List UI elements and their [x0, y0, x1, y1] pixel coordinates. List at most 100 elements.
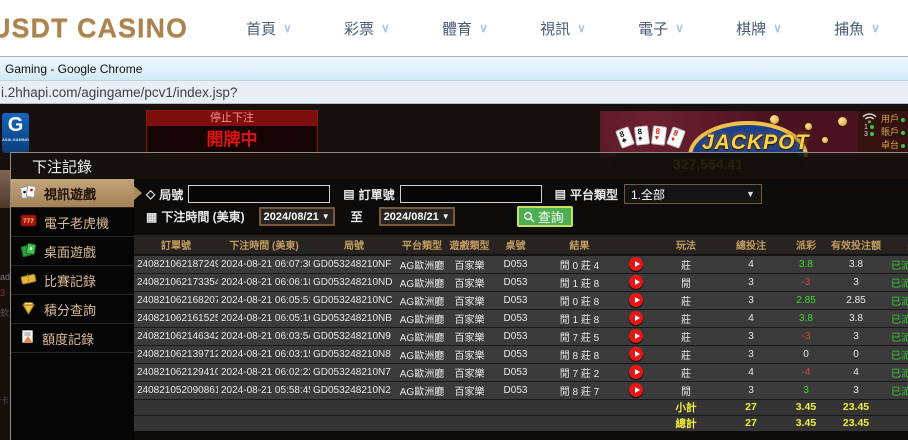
cell-payout: -4 — [781, 363, 831, 381]
grand-total-payout: 3.45 — [781, 415, 831, 431]
cell-platform: AG歐洲廳 — [398, 255, 446, 273]
cell-status: 已派彩 — [881, 363, 908, 381]
sidebar-item-diamond[interactable]: 積分查詢 — [11, 295, 134, 324]
cell-total_bet: 3 — [721, 273, 781, 291]
table-header-row: 訂單號下注時間 (美東)局號平台類型遊戲類型桌號結果玩法總投注派彩有效投注額狀態 — [134, 235, 908, 255]
nav-item-3[interactable]: 視訊 ∨ — [540, 18, 586, 39]
table-row: 240821062139712 2024-08-21 06:03:15 GD05… — [134, 345, 908, 363]
nav-item-6[interactable]: 捕魚 ∨ — [834, 18, 880, 39]
play-button[interactable] — [629, 257, 643, 271]
cell-round: GD053248210N7 — [310, 363, 398, 381]
server-icon: ▤ — [555, 187, 566, 201]
cell-order: 240821062187249 — [134, 255, 218, 273]
cell-table_no: D053 — [493, 381, 538, 399]
order-input[interactable] — [400, 185, 542, 203]
cell-time: 2024-08-21 06:05:51 — [218, 291, 310, 309]
date-from-picker[interactable]: 2024/08/21 ▼ — [259, 207, 335, 226]
cell-bet_type: 莊 — [651, 345, 721, 363]
round-input[interactable] — [188, 185, 330, 203]
play-button[interactable] — [629, 347, 643, 361]
chevron-down-icon: ∨ — [675, 21, 684, 35]
sidebar-item-slot[interactable]: 777 電子老虎機 — [11, 208, 134, 237]
table-row: 240821052090861 2024-08-21 05:58:45 GD05… — [134, 381, 908, 399]
cell-time: 2024-08-21 06:02:22 — [218, 363, 310, 381]
cell-table_no: D053 — [493, 291, 538, 309]
search-button[interactable]: 查詢 — [517, 206, 573, 227]
nav-item-5[interactable]: 棋牌 ∨ — [736, 18, 782, 39]
cell-time: 2024-08-21 05:58:45 — [218, 381, 310, 399]
modal-title: 下注記錄 — [11, 153, 908, 179]
dropdown-arrow-icon: ▼ — [442, 212, 450, 221]
cell-result: 閒 8 莊 8 — [538, 345, 621, 363]
play-button[interactable] — [629, 329, 643, 343]
cell-bet_type: 閒 — [651, 273, 721, 291]
site-header: USDT CASINO 首頁 ∨ 彩票 ∨ 體育 ∨ 視訊 ∨ 電子 ∨ 棋牌 … — [0, 0, 908, 56]
sidebar-item-document[interactable]: 額度記錄 — [11, 324, 134, 353]
round-filter-label: ◇ 局號 — [146, 186, 183, 203]
cards-icon — [20, 184, 37, 200]
sidebar-item-cards[interactable]: 視訊遊戲 — [11, 179, 134, 208]
play-button[interactable] — [629, 311, 643, 325]
cell-game: 百家樂 — [446, 381, 493, 399]
grand-total-valid-bet: 23.45 — [831, 415, 881, 431]
cell-result: 閒 1 莊 8 — [538, 309, 621, 327]
window-title: Gaming - Google Chrome — [5, 62, 142, 76]
cell-time: 2024-08-21 06:07:30 — [218, 255, 310, 273]
cell-game: 百家樂 — [446, 309, 493, 327]
nav-item-4[interactable]: 電子 ∨ — [638, 18, 684, 39]
cell-game: 百家樂 — [446, 363, 493, 381]
cell-result: 閒 8 莊 7 — [538, 381, 621, 399]
column-header: 有效投注額 — [831, 235, 881, 255]
subtotal-valid-bet: 23.45 — [831, 399, 881, 415]
table-row: 240821062173354 2024-08-21 06:06:18 GD05… — [134, 273, 908, 291]
cell-bet_type: 莊 — [651, 327, 721, 345]
column-header: 訂單號 — [134, 235, 218, 255]
cell-time: 2024-08-21 06:06:18 — [218, 273, 310, 291]
cell-status: 已派彩 — [881, 255, 908, 273]
cell-order: 240821062129410 — [134, 363, 218, 381]
cell-valid_bet: 3 — [831, 381, 881, 399]
cell-order: 240821062168207 — [134, 291, 218, 309]
cell-valid_bet: 3.8 — [831, 255, 881, 273]
play-button[interactable] — [629, 365, 643, 379]
cell-total_bet: 3 — [721, 291, 781, 309]
play-button[interactable] — [629, 275, 643, 289]
date-to-picker[interactable]: 2024/08/21 ▼ — [379, 207, 455, 226]
grand-total-total-bet: 27 — [721, 415, 781, 431]
cell-game: 百家樂 — [446, 255, 493, 273]
diamond-icon — [20, 301, 37, 315]
cell-payout: -3 — [781, 273, 831, 291]
cell-platform: AG歐洲廳 — [398, 345, 446, 363]
nav-item-1[interactable]: 彩票 ∨ — [344, 18, 390, 39]
play-button[interactable] — [629, 383, 643, 397]
cell-total_bet: 4 — [721, 255, 781, 273]
column-header: 總投注 — [721, 235, 781, 255]
cell-round: GD053248210N8 — [310, 345, 398, 363]
address-bar[interactable]: i.2hhapi.com/agingame/pcv1/index.jsp? — [0, 80, 908, 104]
sidebar-item-table-games[interactable]: 桌面遊戲 — [11, 237, 134, 266]
sidebar-item-ticket[interactable]: 比賽記錄 — [11, 266, 134, 295]
chevron-down-icon: ∨ — [381, 21, 390, 35]
slot-machine-icon: 777 — [20, 213, 37, 228]
cell-platform: AG歐洲廳 — [398, 291, 446, 309]
grand-total-label: 總計 — [651, 415, 721, 431]
cell-table_no: D053 — [493, 255, 538, 273]
cell-valid_bet: 3.8 — [831, 309, 881, 327]
cell-game: 百家樂 — [446, 273, 493, 291]
column-header: 下注時間 (美東) — [218, 235, 310, 255]
play-button[interactable] — [629, 293, 643, 307]
cell-platform: AG歐洲廳 — [398, 273, 446, 291]
nav-item-2[interactable]: 體育 ∨ — [442, 18, 488, 39]
platform-select[interactable]: 1.全部 ▼ — [624, 184, 762, 204]
jackpot-banner: 8♣8♠8♥8♦ JACKPOT — [600, 111, 858, 157]
nav-item-0[interactable]: 首頁 ∨ — [246, 18, 292, 39]
cell-valid_bet: 3 — [831, 273, 881, 291]
cell-valid_bet: 3 — [831, 327, 881, 345]
asia-gaming-logo: G ASIA GAMING — [2, 113, 29, 153]
cell-payout: 0 — [781, 345, 831, 363]
chevron-down-icon: ∨ — [577, 21, 586, 35]
table-row: 240821062146342 2024-08-21 06:03:54 GD05… — [134, 327, 908, 345]
chevron-down-icon: ∨ — [479, 21, 488, 35]
cell-valid_bet: 0 — [831, 345, 881, 363]
cell-bet_type: 閒 — [651, 381, 721, 399]
